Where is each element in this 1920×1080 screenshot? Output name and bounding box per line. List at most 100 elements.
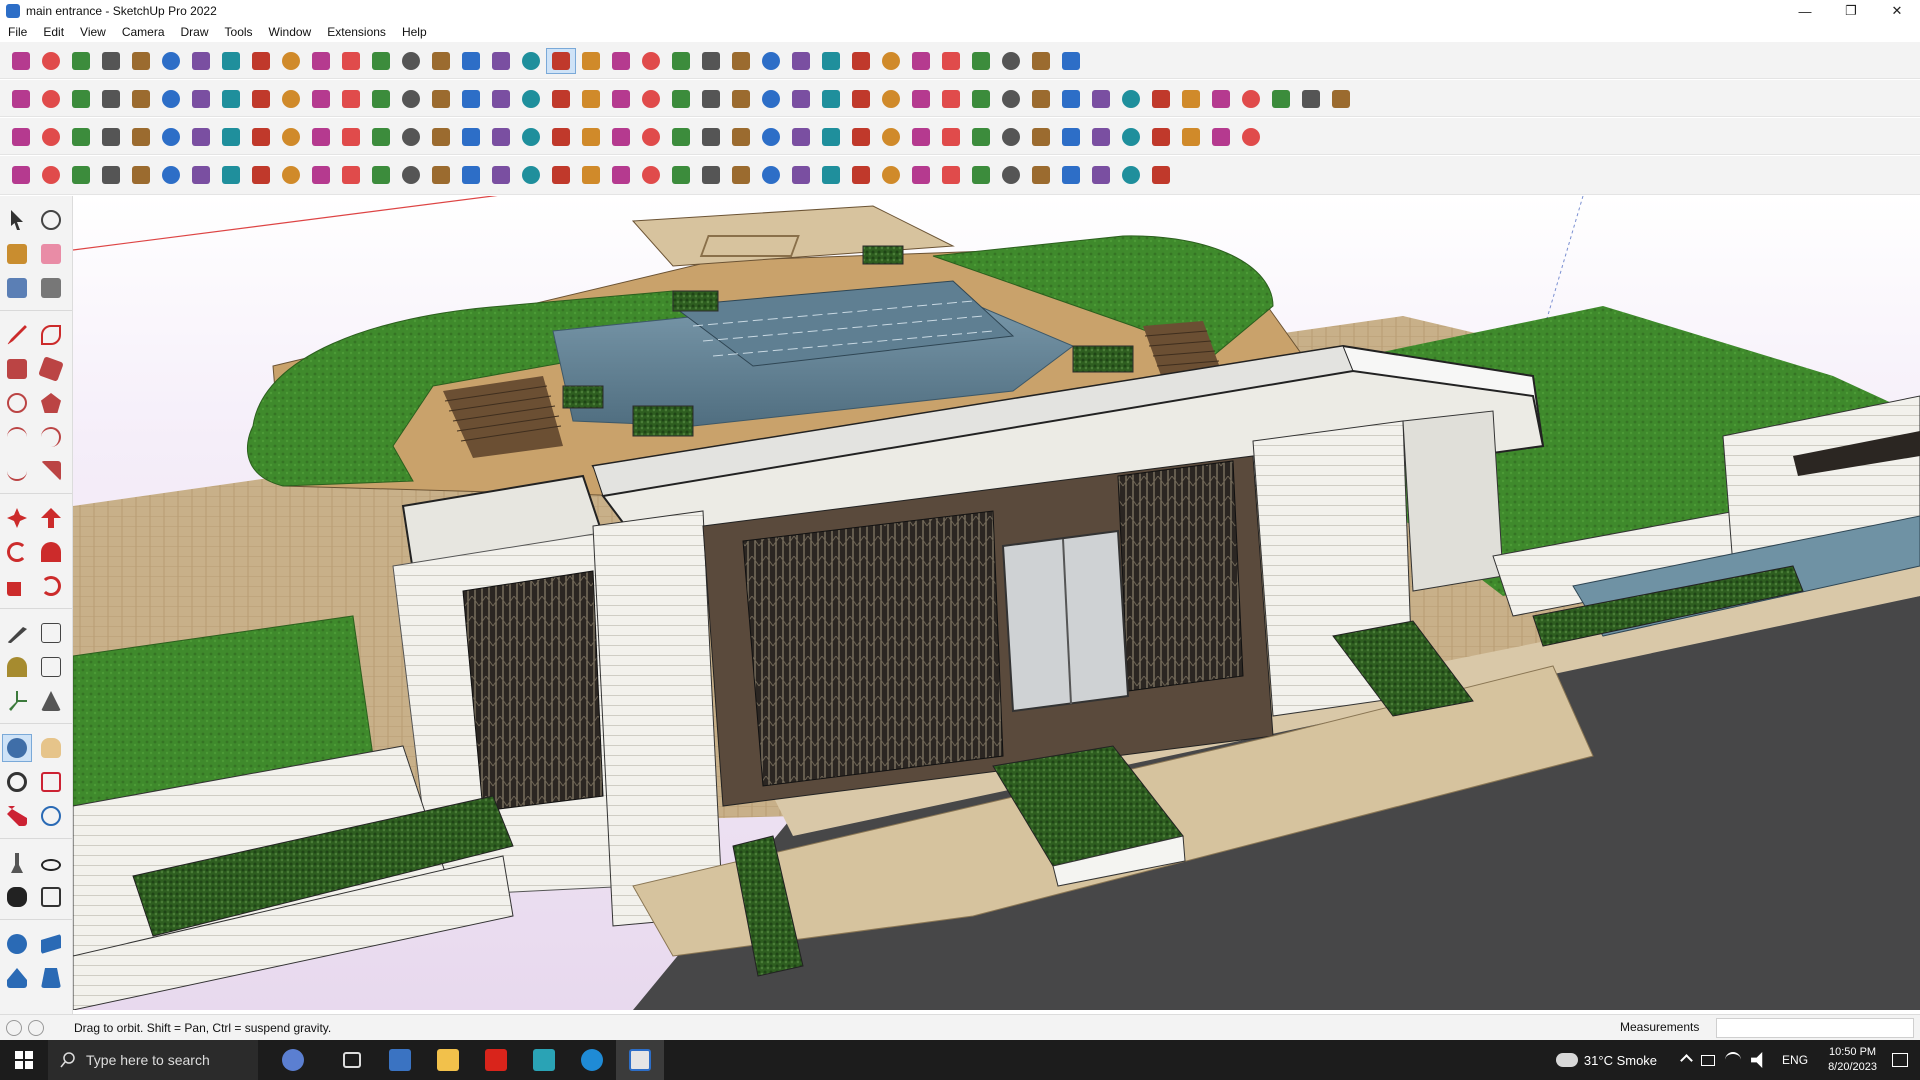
strip3-tool-29[interactable] — [846, 124, 876, 150]
strip4-tool-14[interactable] — [396, 162, 426, 188]
strip2-tool-30[interactable] — [876, 86, 906, 112]
strip4-tool-25[interactable] — [726, 162, 756, 188]
strip4-tool-9[interactable] — [246, 162, 276, 188]
previous-view-button[interactable] — [36, 802, 66, 830]
strip3-tool-32[interactable] — [936, 124, 966, 150]
orbit-tool-button[interactable] — [36, 206, 66, 234]
move-button[interactable] — [366, 48, 396, 74]
strip4-tool-6[interactable] — [156, 162, 186, 188]
strip4-tool-20[interactable] — [576, 162, 606, 188]
circle-tool-button[interactable] — [2, 389, 32, 417]
eraser-button[interactable] — [36, 240, 66, 268]
scale-tool-button[interactable] — [2, 572, 32, 600]
strip2-tool-36[interactable] — [1056, 86, 1086, 112]
strip4-tool-29[interactable] — [846, 162, 876, 188]
language-indicator[interactable]: ENG — [1782, 1053, 1808, 1067]
strip4-tool-19[interactable] — [546, 162, 576, 188]
rectangle-tool-button[interactable] — [2, 355, 32, 383]
strip2-tool-10[interactable] — [276, 86, 306, 112]
line-dropdown-button[interactable] — [156, 48, 186, 74]
menu-help[interactable]: Help — [394, 25, 435, 39]
strip3-tool-22[interactable] — [636, 124, 666, 150]
sandbox-smoove-button[interactable] — [2, 964, 32, 992]
follow-me-button[interactable] — [36, 538, 66, 566]
sandbox-scratch-button[interactable] — [36, 930, 66, 958]
tape-measure-button[interactable] — [2, 619, 32, 647]
paint-bucket-button[interactable] — [2, 240, 32, 268]
follow-me-button[interactable] — [336, 48, 366, 74]
strip2-tool-5[interactable] — [126, 86, 156, 112]
undo-button[interactable] — [996, 48, 1026, 74]
menu-edit[interactable]: Edit — [35, 25, 72, 39]
tape-measure-button[interactable] — [456, 48, 486, 74]
pan-button[interactable] — [576, 48, 606, 74]
strip3-tool-6[interactable] — [156, 124, 186, 150]
strip2-tool-43[interactable] — [1266, 86, 1296, 112]
layers-button[interactable] — [756, 48, 786, 74]
orbit-button[interactable] — [546, 48, 576, 74]
strip2-tool-45[interactable] — [1326, 86, 1356, 112]
flip-button[interactable] — [906, 48, 936, 74]
edge-browser-button[interactable] — [568, 1040, 616, 1080]
maps-app-button[interactable] — [520, 1040, 568, 1080]
model-viewport[interactable] — [73, 196, 1920, 1010]
strip2-tool-39[interactable] — [1146, 86, 1176, 112]
strip3-tool-30[interactable] — [876, 124, 906, 150]
start-button[interactable] — [0, 1040, 48, 1080]
zoom-window-button[interactable] — [36, 768, 66, 796]
volume-icon[interactable] — [1751, 1052, 1763, 1068]
strip3-tool-19[interactable] — [546, 124, 576, 150]
rectangle-button[interactable] — [246, 48, 276, 74]
strip3-tool-37[interactable] — [1086, 124, 1116, 150]
strip3-tool-34[interactable] — [996, 124, 1026, 150]
strip3-tool-21[interactable] — [606, 124, 636, 150]
strip2-tool-31[interactable] — [906, 86, 936, 112]
plugin-button[interactable] — [1056, 48, 1086, 74]
strip2-tool-19[interactable] — [546, 86, 576, 112]
strip2-tool-4[interactable] — [96, 86, 126, 112]
taskbar-search-box[interactable]: Type here to search — [48, 1040, 258, 1080]
strip4-tool-17[interactable] — [486, 162, 516, 188]
pencil-button[interactable] — [126, 48, 156, 74]
strip4-tool-36[interactable] — [1056, 162, 1086, 188]
section-button[interactable] — [696, 48, 726, 74]
strip3-tool-28[interactable] — [816, 124, 846, 150]
strip4-tool-37[interactable] — [1086, 162, 1116, 188]
line-tool-button[interactable] — [2, 321, 32, 349]
strip2-tool-17[interactable] — [486, 86, 516, 112]
freehand-tool-button[interactable] — [36, 321, 66, 349]
paint-bucket-button[interactable] — [516, 48, 546, 74]
section-plane-button[interactable] — [36, 883, 66, 911]
strip2-tool-26[interactable] — [756, 86, 786, 112]
strip2-tool-11[interactable] — [306, 86, 336, 112]
strip2-tool-16[interactable] — [456, 86, 486, 112]
strip3-tool-1[interactable] — [6, 124, 36, 150]
arrange-button[interactable] — [966, 48, 996, 74]
rotate-button[interactable] — [396, 48, 426, 74]
select-button[interactable] — [36, 48, 66, 74]
strip3-tool-7[interactable] — [186, 124, 216, 150]
menu-draw[interactable]: Draw — [173, 25, 217, 39]
look-around-button[interactable] — [36, 849, 66, 877]
strip4-tool-38[interactable] — [1116, 162, 1146, 188]
arc-tool-button[interactable] — [2, 423, 32, 451]
strip3-tool-15[interactable] — [426, 124, 456, 150]
credits-icon[interactable] — [28, 1020, 44, 1036]
scale-button[interactable] — [426, 48, 456, 74]
strip4-tool-15[interactable] — [426, 162, 456, 188]
strip2-tool-15[interactable] — [426, 86, 456, 112]
strip2-tool-28[interactable] — [816, 86, 846, 112]
strip3-tool-27[interactable] — [786, 124, 816, 150]
strip4-tool-18[interactable] — [516, 162, 546, 188]
strip3-tool-11[interactable] — [306, 124, 336, 150]
strip3-tool-25[interactable] — [726, 124, 756, 150]
position-camera-button[interactable] — [2, 849, 32, 877]
zoom-button[interactable] — [2, 768, 32, 796]
components-button[interactable] — [786, 48, 816, 74]
strip4-tool-24[interactable] — [696, 162, 726, 188]
calculator-app-button[interactable] — [376, 1040, 424, 1080]
protractor-button[interactable] — [2, 653, 32, 681]
minimize-button[interactable]: — — [1782, 0, 1828, 22]
align-button[interactable] — [936, 48, 966, 74]
strip4-tool-23[interactable] — [666, 162, 696, 188]
